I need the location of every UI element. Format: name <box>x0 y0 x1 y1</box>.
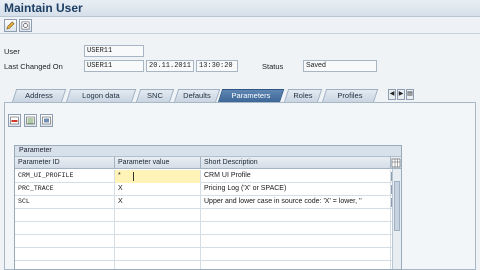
parameter-value-cell[interactable]: X <box>115 196 201 209</box>
table-header: Parameter ID Parameter value Short Descr… <box>15 157 401 169</box>
user-label: User <box>4 47 20 56</box>
status-label: Status <box>262 62 284 71</box>
display-change-icon <box>21 21 30 30</box>
parameter-value-cell[interactable]: * <box>115 170 201 183</box>
tab-scroll-left-button[interactable]: ◀ <box>388 89 396 100</box>
edit-button[interactable] <box>4 19 17 32</box>
column-header-parameter-value[interactable]: Parameter value <box>115 157 201 169</box>
last-changed-user-field: USER11 <box>84 60 144 72</box>
table-settings-icon <box>391 158 401 168</box>
empty-table-row[interactable] <box>15 235 401 248</box>
text-cursor <box>133 172 134 181</box>
tab-scroll-right-button[interactable]: ▶ <box>397 89 405 100</box>
details-icon <box>42 116 51 125</box>
delete-row-button[interactable] <box>24 114 37 127</box>
table-row[interactable]: PRC_TRACE X Pricing Log ('X' or SPACE) ▼ <box>15 183 401 196</box>
table-caption: Parameter <box>15 146 401 157</box>
edit-icon <box>6 21 15 30</box>
empty-table-row[interactable] <box>15 209 401 222</box>
page-title: Maintain User <box>4 1 83 15</box>
parameter-table: Parameter Parameter ID Parameter value S… <box>14 145 402 270</box>
tab-snc[interactable]: SNC <box>136 89 175 102</box>
application-toolbar <box>0 17 480 34</box>
display-change-button[interactable] <box>19 19 32 32</box>
insert-row-icon <box>10 116 19 125</box>
tab-parameters[interactable]: Parameters <box>218 89 285 102</box>
tab-defaults[interactable]: Defaults <box>174 89 221 102</box>
column-header-short-description[interactable]: Short Description <box>201 157 391 169</box>
tab-roles[interactable]: Roles <box>284 89 323 102</box>
tab-list-button[interactable]: ▤ <box>406 89 414 100</box>
parameter-value-cell[interactable]: X <box>115 183 201 196</box>
user-field[interactable]: USER11 <box>84 45 144 57</box>
short-description-cell: CRM UI Profile <box>201 170 391 183</box>
last-changed-label: Last Changed On <box>4 62 63 71</box>
empty-table-row[interactable] <box>15 222 401 235</box>
empty-table-row[interactable] <box>15 261 401 269</box>
last-changed-date-field: 20.11.2011 <box>146 60 194 72</box>
table-row[interactable]: SCL X Upper and lower case in source cod… <box>15 196 401 209</box>
tab-strip: Address Logon data SNC Defaults Paramete… <box>8 89 474 102</box>
details-button[interactable] <box>40 114 53 127</box>
table-vertical-scrollbar[interactable] <box>392 169 401 269</box>
title-bar: Maintain User <box>0 0 480 17</box>
short-description-cell: Pricing Log ('X' or SPACE) <box>201 183 391 196</box>
delete-row-icon <box>26 116 35 125</box>
parameter-id-cell[interactable]: PRC_TRACE <box>15 183 115 196</box>
tab-logon-data[interactable]: Logon data <box>66 89 137 102</box>
insert-row-button[interactable] <box>8 114 21 127</box>
status-field: Saved <box>303 60 377 72</box>
scrollbar-thumb[interactable] <box>394 181 400 231</box>
tab-address[interactable]: Address <box>12 89 67 102</box>
tab-profiles[interactable]: Profiles <box>322 89 379 102</box>
table-row[interactable]: CRM_UI_PROFILE * CRM UI Profile ▼ <box>15 170 401 183</box>
short-description-cell: Upper and lower case in source code: 'X'… <box>201 196 391 209</box>
empty-table-row[interactable] <box>15 248 401 261</box>
last-changed-time-field: 13:30:20 <box>196 60 238 72</box>
parameter-id-cell[interactable]: SCL <box>15 196 115 209</box>
column-header-parameter-id[interactable]: Parameter ID <box>15 157 115 169</box>
column-settings-button[interactable] <box>391 157 401 169</box>
parameter-id-cell[interactable]: CRM_UI_PROFILE <box>15 170 115 183</box>
